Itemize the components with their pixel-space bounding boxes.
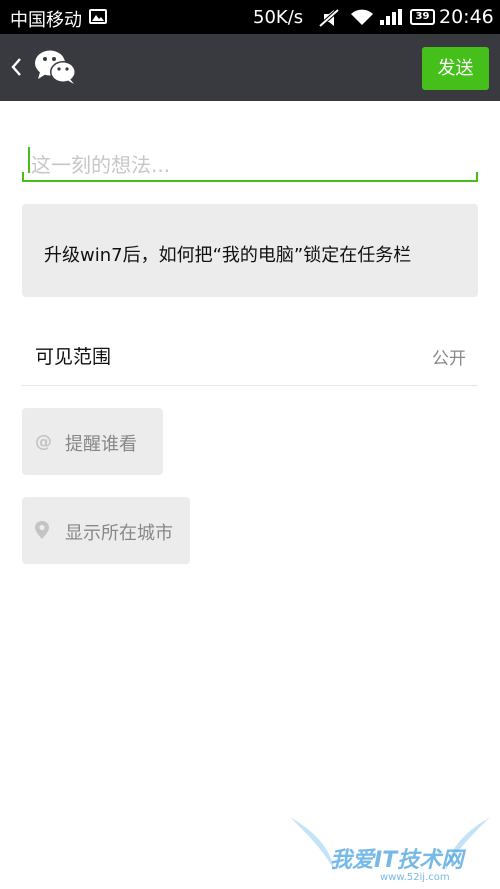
- watermark-url: www.52ij.com: [380, 872, 450, 883]
- wechat-logo-icon: [34, 48, 78, 90]
- location-button[interactable]: 显示所在城市: [22, 497, 190, 564]
- shared-link-title: 升级win7后，如何把“我的电脑”锁定在任务栏: [44, 245, 412, 266]
- clock: 20:46: [439, 6, 494, 28]
- chevron-left-icon[interactable]: [10, 56, 22, 82]
- site-watermark: 我爱IT技术网 www.52ij.com: [290, 812, 490, 887]
- wifi-icon: [350, 8, 374, 30]
- location-label: 显示所在城市: [65, 523, 173, 544]
- network-speed: 50K/s: [253, 7, 304, 28]
- text-caret: [28, 147, 30, 173]
- mention-label: 提醒谁看: [65, 434, 137, 455]
- battery-icon: 39: [410, 9, 435, 25]
- visibility-label: 可见范围: [35, 346, 112, 368]
- shared-link-card[interactable]: 升级win7后，如何把“我的电脑”锁定在任务栏: [22, 204, 478, 297]
- mention-button[interactable]: @ 提醒谁看: [22, 408, 163, 475]
- input-underline-edge: [476, 172, 478, 180]
- signal-icon: [380, 9, 402, 29]
- send-button[interactable]: 发送: [422, 47, 489, 90]
- thought-input-placeholder: 这一刻的想法...: [31, 153, 171, 177]
- carrier-name: 中国移动: [10, 10, 82, 31]
- at-icon: @: [34, 431, 54, 455]
- visibility-value: 公开: [432, 349, 466, 369]
- visibility-setting-row[interactable]: 可见范围 公开: [22, 320, 478, 386]
- location-pin-icon: [34, 520, 50, 544]
- mute-icon: [318, 8, 340, 32]
- svg-text:@: @: [35, 432, 52, 451]
- input-underline-edge: [22, 172, 24, 180]
- watermark-text: 我爱IT技术网: [330, 848, 464, 873]
- status-bar: 中国移动 50K/s 39 20:46: [0, 0, 500, 34]
- gallery-icon: [89, 9, 107, 24]
- thought-input[interactable]: 这一刻的想法...: [22, 142, 478, 182]
